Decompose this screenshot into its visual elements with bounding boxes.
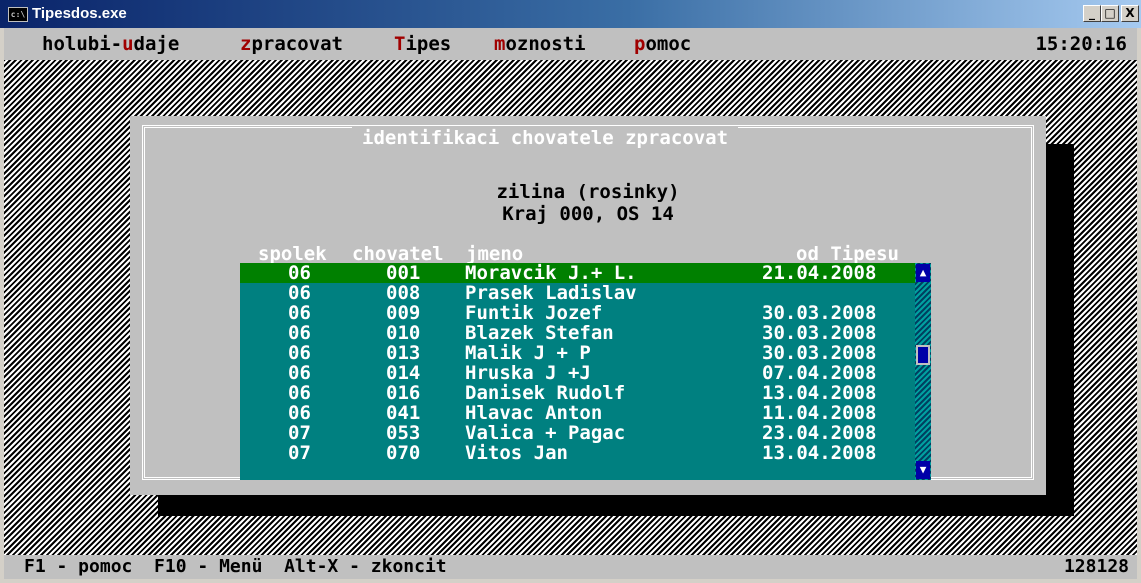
cell-jmeno: Danisek Rudolf <box>465 382 626 404</box>
cell-chovatel: 001 <box>386 262 421 284</box>
cell-spolek: 07 <box>288 442 311 464</box>
header-spolek: spolek <box>258 243 327 265</box>
scroll-up-arrow-icon[interactable]: ▲ <box>916 264 930 282</box>
cell-spolek: 06 <box>288 262 311 284</box>
scroll-thumb[interactable] <box>916 345 930 365</box>
cell-spolek: 06 <box>288 382 311 404</box>
list-row[interactable]: 06 016 Danisek Rudolf 13.04.2008 <box>240 383 915 403</box>
cell-chovatel: 053 <box>386 422 421 444</box>
cell-chovatel: 008 <box>386 282 421 304</box>
maximize-button[interactable]: □ <box>1101 5 1119 22</box>
menu-label-part: ipes <box>405 33 452 55</box>
cell-od: 11.04.2008 <box>762 402 877 424</box>
menu-holubi-udaje[interactable]: holubi-udaje <box>42 28 179 60</box>
clock: 15:20:16 <box>1035 33 1127 55</box>
menu-hotkey: u <box>122 33 134 55</box>
cell-od: 13.04.2008 <box>762 382 877 404</box>
cell-chovatel: 009 <box>386 302 421 324</box>
menu-hotkey: m <box>494 33 506 55</box>
status-hints[interactable]: F1 - pomoc F10 - Menü Alt-X - zkoncit <box>24 555 447 579</box>
cell-jmeno: Vitos Jan <box>465 442 568 464</box>
cell-od: 07.04.2008 <box>762 362 877 384</box>
list-row-selected[interactable]: 06 001 Moravcik J.+ L. 21.04.2008 <box>240 263 915 283</box>
menu-hotkey: z <box>240 33 252 55</box>
list-row[interactable]: 06 041 Hlavac Anton 11.04.2008 <box>240 403 915 423</box>
menu-label-part: holubi- <box>42 33 123 55</box>
cell-chovatel: 013 <box>386 342 421 364</box>
cell-chovatel: 014 <box>386 362 421 384</box>
console-icon[interactable]: c:\ <box>8 7 28 22</box>
cell-spolek: 06 <box>288 322 311 344</box>
cell-spolek: 06 <box>288 282 311 304</box>
menu-hotkey: p <box>634 33 646 55</box>
header-od-tipesu: od Tipesu <box>796 243 899 265</box>
menu-moznosti[interactable]: moznosti <box>494 28 586 60</box>
header-chovatel: chovatel <box>352 243 444 265</box>
cell-jmeno: Blazek Stefan <box>465 322 614 344</box>
cell-jmeno: Hlavac Anton <box>465 402 603 424</box>
cell-od: 23.04.2008 <box>762 422 877 444</box>
menu-bar: holubi-udaje zpracovat Tipes moznosti po… <box>4 28 1137 60</box>
menu-label-part: daje <box>133 33 180 55</box>
cell-od: 13.04.2008 <box>762 442 877 464</box>
list-row[interactable]: 06 013 Malik J + P 30.03.2008 <box>240 343 915 363</box>
window-title-bar[interactable]: c:\ Tipesdos.exe _ □ X <box>0 0 1141 28</box>
location-name: zilina (rosinky) <box>496 181 680 203</box>
cell-od: 30.03.2008 <box>762 322 877 344</box>
scroll-down-arrow-icon[interactable]: ▼ <box>916 461 930 479</box>
cell-chovatel: 016 <box>386 382 421 404</box>
list-row[interactable]: 06 009 Funtik Jozef 30.03.2008 <box>240 303 915 323</box>
cell-od: 21.04.2008 <box>762 262 877 284</box>
cell-spolek: 06 <box>288 302 311 324</box>
header-jmeno: jmeno <box>466 243 524 265</box>
status-bar: F1 - pomoc F10 - Menü Alt-X - zkoncit 12… <box>4 555 1137 579</box>
cell-spolek: 06 <box>288 342 311 364</box>
cell-jmeno: Moravcik J.+ L. <box>465 262 637 284</box>
cell-chovatel: 041 <box>386 402 421 424</box>
list-row[interactable]: 06 014 Hruska J +J 07.04.2008 <box>240 363 915 383</box>
menu-tipes[interactable]: Tipes <box>394 28 451 60</box>
list-row[interactable]: 07 070 Vitos Jan 13.04.2008 <box>240 443 915 463</box>
cell-jmeno: Hruska J +J <box>465 362 591 384</box>
menu-label-part: omoc <box>645 33 692 55</box>
cell-jmeno: Prasek Ladislav <box>465 282 637 304</box>
window-title: Tipesdos.exe <box>32 5 127 22</box>
list-row[interactable]: 06 010 Blazek Stefan 30.03.2008 <box>240 323 915 343</box>
cell-chovatel: 010 <box>386 322 421 344</box>
list-row[interactable]: 07 053 Valica + Pagac 23.04.2008 <box>240 423 915 443</box>
dialog-title: identifikaci chovatele zpracovat <box>352 126 739 150</box>
cell-jmeno: Funtik Jozef <box>465 302 603 324</box>
breeder-list[interactable]: 06 001 Moravcik J.+ L. 21.04.2008 06 008… <box>240 263 915 480</box>
identification-dialog: identifikaci chovatele zpracovat zilina … <box>130 116 1046 495</box>
cell-od: 30.03.2008 <box>762 302 877 324</box>
list-row[interactable]: 06 008 Prasek Ladislav <box>240 283 915 303</box>
location-region: Kraj 000, OS 14 <box>502 203 674 225</box>
menu-hotkey: T <box>394 33 406 55</box>
cell-spolek: 06 <box>288 402 311 424</box>
menu-zpracovat[interactable]: zpracovat <box>240 28 343 60</box>
menu-label-part: pracovat <box>251 33 343 55</box>
minimize-button[interactable]: _ <box>1083 5 1101 22</box>
list-scrollbar[interactable]: ▲ ▼ <box>915 263 931 480</box>
status-number: 128128 <box>1063 556 1129 577</box>
cell-spolek: 06 <box>288 362 311 384</box>
cell-jmeno: Malik J + P <box>465 342 591 364</box>
cell-chovatel: 070 <box>386 442 421 464</box>
close-button[interactable]: X <box>1121 5 1139 22</box>
cell-od: 30.03.2008 <box>762 342 877 364</box>
cell-spolek: 07 <box>288 422 311 444</box>
menu-pomoc[interactable]: pomoc <box>634 28 691 60</box>
console-area: holubi-udaje zpracovat Tipes moznosti po… <box>4 28 1137 579</box>
menu-label-part: oznosti <box>505 33 586 55</box>
cell-jmeno: Valica + Pagac <box>465 422 626 444</box>
